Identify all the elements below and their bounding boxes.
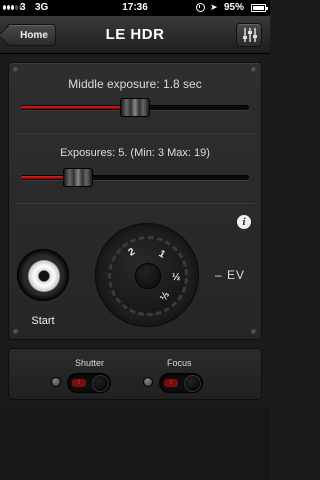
ev-dial-knob[interactable]: 2 1 ½ ⅓ [108,236,188,316]
shutter-toggle-mark: I [72,379,86,387]
ev-dial[interactable]: 2 1 ½ ⅓ [95,223,199,327]
ev-dial-center [135,263,161,289]
status-bar: 3 3G 17:36 ➤ 95% [0,0,270,16]
screw-icon [251,67,257,73]
middle-exposure-fill [21,106,135,109]
dial-mark: 2 [126,246,137,259]
battery-percent: 95% [224,2,245,13]
focus-toggle-mark: I [164,379,178,387]
toggle-panel: Shutter I Focus I [8,348,262,400]
exposures-slider[interactable] [21,168,249,187]
dial-mark: 1 [156,248,167,261]
info-icon[interactable]: i [237,215,251,229]
screw-icon [13,329,19,335]
shutter-led-icon [51,377,61,387]
navigation-bar: Home LE HDR [0,16,270,54]
shutter-toggle[interactable]: I [67,373,111,393]
start-button[interactable] [17,249,69,301]
background-floor [0,408,270,480]
shutter-toggle-label: Shutter [75,358,105,368]
settings-button[interactable] [236,23,262,47]
home-back-button-label: Home [20,29,48,41]
location-arrow-icon: ➤ [210,2,218,12]
divider [15,203,255,204]
exposures-thumb[interactable] [63,168,93,187]
divider [15,133,255,134]
battery-icon [251,4,268,12]
control-panel: Middle exposure: 1.8 sec Exposures: 5. (… [8,62,262,340]
screw-icon [251,329,257,335]
middle-exposure-label: Middle exposure: 1.8 sec [68,77,202,91]
middle-exposure-thumb[interactable] [120,98,150,117]
dial-mark: ⅓ [158,290,173,303]
focus-toggle-label: Focus [167,358,192,368]
focus-led-icon [143,377,153,387]
shutter-toggle-knob [92,375,109,392]
screw-icon [13,67,19,73]
ev-label: – EV [215,268,246,282]
sliders-icon [243,28,257,42]
focus-toggle[interactable]: I [159,373,203,393]
focus-toggle-knob [184,375,201,392]
shutter-ring-icon [28,260,60,292]
rotation-lock-icon [196,3,205,12]
middle-exposure-slider[interactable] [21,98,249,117]
start-label: Start [31,315,55,327]
exposures-label: Exposures: 5. (Min: 3 Max: 19) [60,147,210,159]
dial-mark: ½ [172,272,181,283]
